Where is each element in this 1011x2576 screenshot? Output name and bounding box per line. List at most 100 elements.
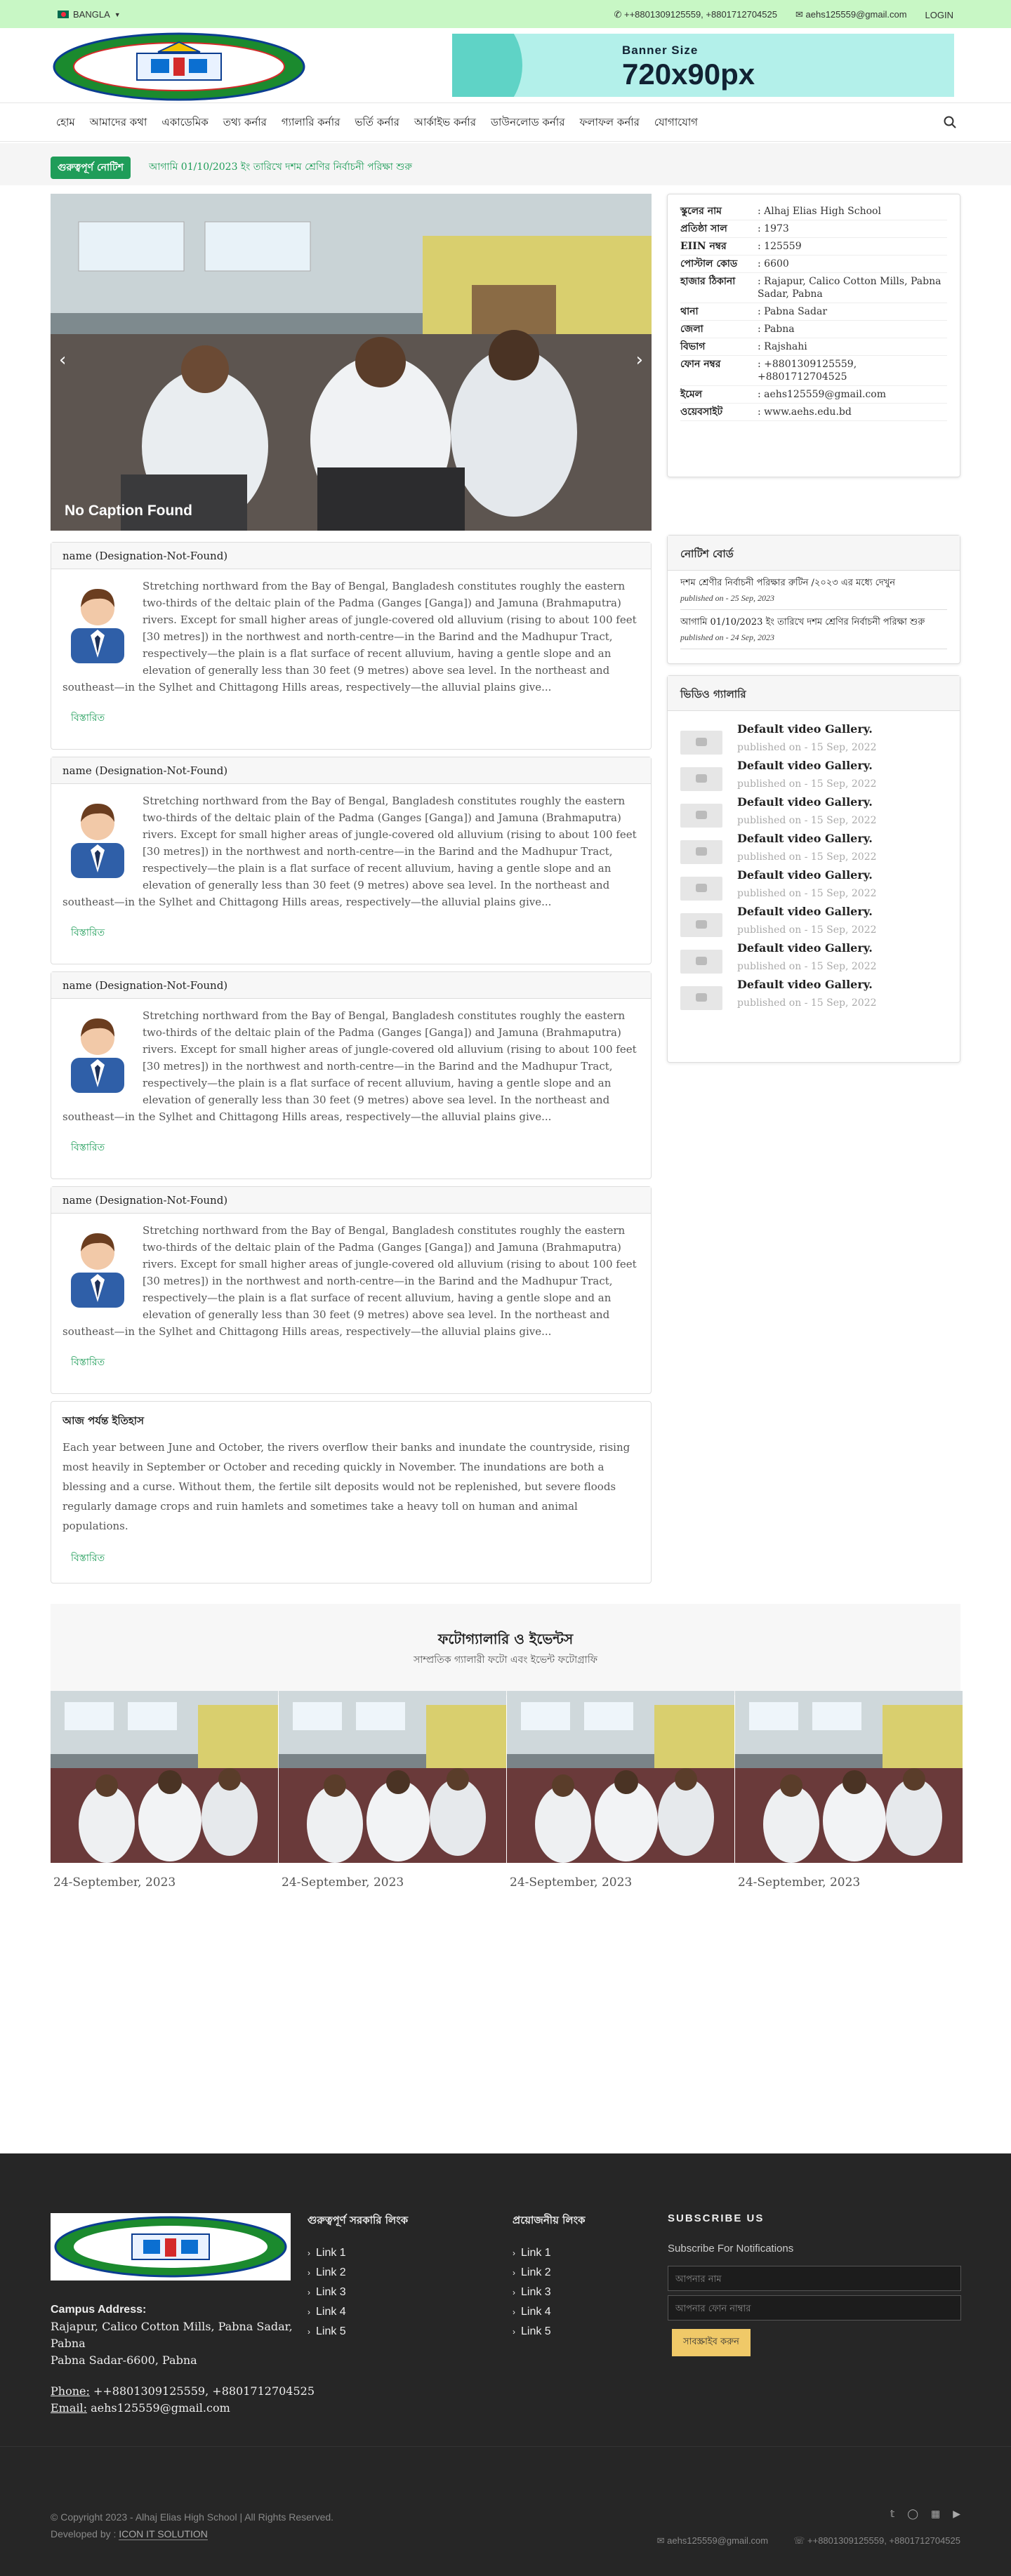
gallery-subtitle: সাম্প্রতিক গ্যালারী ফটো এবং ইভেন্ট ফটোগ্… bbox=[414, 1654, 597, 1666]
footer-link[interactable]: › Link 1 bbox=[308, 2247, 408, 2259]
subscribe-button[interactable]: সাবস্ক্রাইব করুন bbox=[672, 2329, 751, 2356]
read-more-link[interactable]: বিস্তারিত bbox=[71, 710, 640, 726]
nav-item-result[interactable]: ফলাফল কর্নার bbox=[579, 114, 639, 132]
chevron-right-icon: › bbox=[513, 2327, 515, 2337]
footer-link[interactable]: › Link 3 bbox=[513, 2286, 586, 2299]
video-item[interactable]: Default video Gallery. published on - 15 … bbox=[680, 795, 960, 832]
info-key: থানা bbox=[680, 303, 758, 321]
subscribe-name-input[interactable]: আপনার নাম bbox=[668, 2266, 961, 2291]
notice-item[interactable]: আগামি 01/10/2023 ইং তারিখে দশম শ্রেণির ন… bbox=[680, 610, 947, 649]
youtube-icon bbox=[680, 950, 722, 974]
video-title: Default video Gallery. bbox=[737, 905, 873, 918]
info-value: : 6600 bbox=[758, 255, 947, 273]
footer-link[interactable]: › Link 2 bbox=[308, 2266, 408, 2279]
avatar bbox=[71, 589, 124, 663]
notice-item[interactable]: দশম শ্রেণীর নির্বাচনী পরিক্ষার রুটিন /২০… bbox=[680, 571, 947, 610]
top-bar: BANGLA ▼ ✆ ++8801309125559, +88017127045… bbox=[0, 0, 1011, 28]
footer-phone: ++8801309125559, +8801712704525 bbox=[89, 2384, 315, 2398]
nav-item-home[interactable]: হোম bbox=[56, 114, 75, 132]
search-icon[interactable] bbox=[944, 116, 956, 128]
notice-board: নোটিশ বোর্ড দশম শ্রেণীর নির্বাচনী পরিক্ষ… bbox=[667, 535, 960, 664]
slider-caption: No Caption Found bbox=[65, 503, 192, 519]
subscribe-phone-input[interactable]: আপনার ফোন নাম্বার bbox=[668, 2295, 961, 2321]
footer-link[interactable]: › Link 4 bbox=[308, 2306, 408, 2318]
footer-link[interactable]: › Link 4 bbox=[513, 2306, 586, 2318]
bangladesh-flag-icon bbox=[58, 11, 69, 18]
nav-item-download[interactable]: ডাউনলোড কর্নার bbox=[491, 114, 564, 132]
footer-link[interactable]: › Link 5 bbox=[513, 2325, 586, 2338]
instagram-icon[interactable]: ◯ bbox=[907, 2509, 918, 2520]
school-info-card: স্কুলের নাম: Alhaj Elias High School প্রত… bbox=[667, 194, 960, 477]
youtube-icon[interactable]: ▶ bbox=[953, 2509, 960, 2520]
ad-banner[interactable]: Banner Size 720x90px bbox=[452, 34, 954, 97]
video-item[interactable]: Default video Gallery. published on - 15 … bbox=[680, 832, 960, 868]
footer-link[interactable]: › Link 3 bbox=[308, 2286, 408, 2299]
video-item[interactable]: Default video Gallery. published on - 15 … bbox=[680, 722, 960, 759]
subscribe-title: SUBSCRIBE US bbox=[668, 2212, 765, 2224]
info-value: : Rajapur, Calico Cotton Mills, Pabna Sa… bbox=[758, 272, 947, 303]
message-text: Stretching northward from the Bay of Ben… bbox=[62, 795, 637, 908]
video-item[interactable]: Default video Gallery. published on - 15 … bbox=[680, 978, 960, 1014]
notice-badge: গুরুত্বপূর্ণ নোটিশ bbox=[51, 157, 131, 179]
history-card: আজ পর্যন্ত ইতিহাস Each year between June… bbox=[51, 1401, 652, 1584]
footer-email[interactable]: aehs125559@gmail.com bbox=[87, 2401, 230, 2415]
nav-item-academic[interactable]: একাডেমিক bbox=[161, 114, 208, 132]
gallery-photo[interactable] bbox=[279, 1691, 506, 1863]
linkedin-icon[interactable]: ▦ bbox=[931, 2509, 940, 2520]
footer-link[interactable]: › Link 5 bbox=[308, 2325, 408, 2338]
info-value: : www.aehs.edu.bd bbox=[758, 403, 947, 421]
info-row: ওয়েবসাইট: www.aehs.edu.bd bbox=[680, 403, 947, 421]
image-slider[interactable]: ‹ › No Caption Found bbox=[51, 194, 652, 531]
chevron-down-icon: ▼ bbox=[114, 11, 121, 18]
info-key: ইমেল bbox=[680, 385, 758, 404]
footer-logo[interactable] bbox=[51, 2213, 291, 2280]
video-item[interactable]: Default video Gallery. published on - 15 … bbox=[680, 759, 960, 795]
nav-item-info[interactable]: তথ্য কর্নার bbox=[223, 114, 267, 132]
video-date: published on - 15 Sep, 2022 bbox=[737, 997, 877, 1009]
video-date: published on - 15 Sep, 2022 bbox=[737, 778, 877, 790]
info-row: পোস্টাল কোড: 6600 bbox=[680, 255, 947, 273]
info-key: হাজার ঠিকানা bbox=[680, 272, 758, 303]
message-text: Stretching northward from the Bay of Ben… bbox=[62, 580, 637, 693]
read-more-link[interactable]: বিস্তারিত bbox=[71, 1354, 640, 1371]
subscribe-text: Subscribe For Notifications bbox=[668, 2243, 794, 2255]
info-row: EIIN নম্বর: 125559 bbox=[680, 237, 947, 255]
message-card: name (Designation-Not-Found) Stretching … bbox=[51, 1186, 652, 1394]
slider-prev-button[interactable]: ‹ bbox=[59, 350, 66, 371]
login-link[interactable]: LOGIN bbox=[925, 10, 953, 20]
footer-link[interactable]: › Link 2 bbox=[513, 2266, 586, 2279]
video-item[interactable]: Default video Gallery. published on - 15 … bbox=[680, 868, 960, 905]
info-key: বিভাগ bbox=[680, 338, 758, 356]
school-logo[interactable] bbox=[53, 32, 305, 101]
phone-icon: ✆ bbox=[614, 9, 622, 20]
info-key: EIIN নম্বর bbox=[680, 237, 758, 255]
gallery-photo[interactable] bbox=[51, 1691, 278, 1863]
read-more-link[interactable]: বিস্তারিত bbox=[71, 1550, 651, 1567]
read-more-link[interactable]: বিস্তারিত bbox=[71, 1139, 640, 1156]
read-more-link[interactable]: বিস্তারিত bbox=[71, 924, 640, 941]
info-row: ইমেল: aehs125559@gmail.com bbox=[680, 385, 947, 404]
twitter-icon[interactable]: 𝕥 bbox=[890, 2509, 895, 2520]
gallery-photo[interactable] bbox=[507, 1691, 734, 1863]
history-text: Each year between June and October, the … bbox=[62, 1441, 630, 1532]
gallery-photo[interactable] bbox=[735, 1691, 963, 1863]
developer-link[interactable]: ICON IT SOLUTION bbox=[119, 2528, 208, 2540]
slider-next-button[interactable]: › bbox=[636, 350, 643, 371]
video-title: Default video Gallery. bbox=[737, 759, 873, 772]
video-item[interactable]: Default video Gallery. published on - 15 … bbox=[680, 941, 960, 978]
footer-contact: ✉ aehs125559@gmail.com ☏ ++8801309125559… bbox=[656, 2535, 960, 2546]
footer-link[interactable]: › Link 1 bbox=[513, 2247, 586, 2259]
info-row: প্রতিষ্ঠা সাল: 1973 bbox=[680, 220, 947, 238]
useful-links-title: প্রয়োজনীয় লিংক bbox=[513, 2214, 586, 2226]
nav-item-gallery[interactable]: গ্যালারি কর্নার bbox=[282, 114, 340, 132]
phone-label: Phone: bbox=[51, 2384, 90, 2398]
notice-ticker-text[interactable]: আগামি 01/10/2023 ইং তারিখে দশম শ্রেণির ন… bbox=[149, 159, 412, 175]
campus-label: Campus Address: bbox=[51, 2304, 147, 2316]
video-item[interactable]: Default video Gallery. published on - 15 … bbox=[680, 905, 960, 941]
info-row: ফোন নম্বর: +8801309125559, +880171270452… bbox=[680, 355, 947, 386]
nav-item-archive[interactable]: আর্কাইভ কর্নার bbox=[414, 114, 476, 132]
nav-item-about[interactable]: আমাদের কথা bbox=[90, 114, 147, 132]
language-switch[interactable]: BANGLA ▼ bbox=[58, 9, 121, 20]
nav-item-admission[interactable]: ভর্তি কর্নার bbox=[355, 114, 399, 132]
nav-item-contact[interactable]: যোগাযোগ bbox=[654, 114, 698, 132]
